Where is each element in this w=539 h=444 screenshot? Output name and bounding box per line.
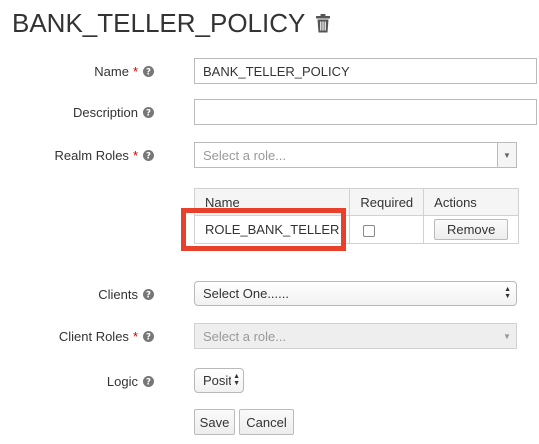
realm-roles-placeholder: Select a role... <box>203 147 287 163</box>
updown-arrows-icon: ▲ ▼ <box>233 373 240 387</box>
page-title-text: BANK_TELLER_POLICY <box>12 8 306 38</box>
svg-text:?: ? <box>146 332 151 342</box>
help-icon[interactable]: ? <box>143 65 154 77</box>
svg-text:?: ? <box>146 108 151 118</box>
column-header-name: Name <box>193 188 351 216</box>
client-roles-label: Client Roles * ? <box>59 326 154 346</box>
help-icon[interactable]: ? <box>143 330 154 342</box>
svg-text:?: ? <box>146 151 151 161</box>
realm-roles-select[interactable]: Select a role... ▼ <box>194 142 517 168</box>
table-row: ROLE_BANK_TELLER Remove <box>193 215 520 244</box>
description-label: Description ? <box>73 102 154 122</box>
svg-text:?: ? <box>146 377 151 387</box>
column-header-required: Required <box>349 188 425 216</box>
help-icon[interactable]: ? <box>143 106 154 118</box>
svg-text:?: ? <box>146 290 151 300</box>
help-icon[interactable]: ? <box>143 288 154 300</box>
cancel-button[interactable]: Cancel <box>239 409 294 435</box>
required-marker: * <box>132 328 138 344</box>
clients-select-value: Select One...... <box>203 286 289 301</box>
actions-cell: Remove <box>423 215 520 244</box>
client-roles-placeholder: Select a role... <box>203 328 287 344</box>
logic-select-value: Posit <box>203 373 231 388</box>
name-label: Name * ? <box>94 61 154 81</box>
required-checkbox[interactable] <box>363 224 376 237</box>
required-cell <box>349 215 425 244</box>
chevron-down-icon: ▼ <box>503 331 511 341</box>
client-roles-select[interactable]: Select a role... ▼ <box>194 323 517 349</box>
logic-label: Logic ? <box>107 371 154 391</box>
clients-label-text: Clients <box>98 286 138 302</box>
realm-roles-label: Realm Roles * ? <box>55 145 154 165</box>
name-input[interactable]: BANK_TELLER_POLICY <box>194 58 537 84</box>
name-label-text: Name <box>94 63 129 79</box>
remove-button[interactable]: Remove <box>434 219 509 240</box>
table-header-row: Name Required Actions <box>193 188 520 216</box>
required-marker: * <box>132 147 138 163</box>
svg-text:?: ? <box>146 67 151 77</box>
realm-roles-label-text: Realm Roles <box>54 147 129 163</box>
description-label-text: Description <box>72 104 138 120</box>
page-title: BANK_TELLER_POLICY <box>12 8 331 39</box>
role-name-cell: ROLE_BANK_TELLER <box>193 215 351 244</box>
updown-arrows-icon: ▲ ▼ <box>504 286 511 300</box>
column-header-actions: Actions <box>423 188 520 216</box>
save-button[interactable]: Save <box>194 409 235 435</box>
clients-select[interactable]: Select One...... ▲ ▼ <box>194 281 517 306</box>
trash-icon[interactable] <box>315 14 331 33</box>
clients-label: Clients ? <box>98 284 154 304</box>
chevron-down-icon[interactable]: ▼ <box>497 143 516 167</box>
logic-label-text: Logic <box>106 373 138 389</box>
realm-roles-table: Name Required Actions ROLE_BANK_TELLER R… <box>193 188 520 244</box>
help-icon[interactable]: ? <box>143 375 154 387</box>
required-marker: * <box>132 63 138 79</box>
logic-select[interactable]: Posit ▲ ▼ <box>194 368 244 393</box>
client-roles-label-text: Client Roles <box>58 328 129 344</box>
description-input[interactable] <box>194 99 537 125</box>
help-icon[interactable]: ? <box>143 149 154 161</box>
